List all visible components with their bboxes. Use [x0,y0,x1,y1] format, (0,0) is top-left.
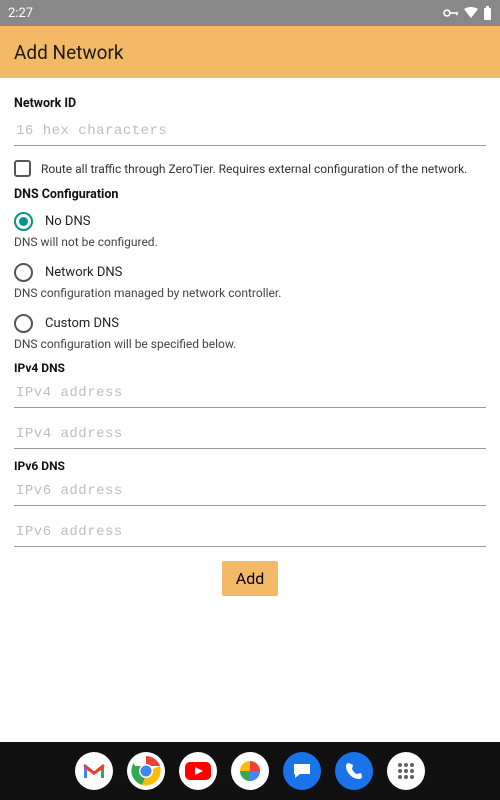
radio-network-dns-desc: DNS configuration managed by network con… [14,286,486,300]
radio-selected-icon [14,212,33,231]
route-all-checkbox[interactable]: Route all traffic through ZeroTier. Requ… [14,160,486,177]
route-all-label: Route all traffic through ZeroTier. Requ… [41,162,467,176]
nav-bar [0,742,500,800]
radio-unselected-icon [14,314,33,333]
status-bar: 2:27 [0,0,500,26]
radio-no-dns-desc: DNS will not be configured. [14,235,486,249]
status-icons [443,6,492,20]
ipv4-dns-input-1[interactable] [14,379,486,408]
ipv6-dns-input-1[interactable] [14,477,486,506]
status-time: 2:27 [8,6,33,21]
radio-custom-dns-label: Custom DNS [45,316,119,331]
radio-unselected-icon [14,263,33,282]
ipv6-dns-input-2[interactable] [14,518,486,547]
add-button[interactable]: Add [222,561,278,596]
add-button-label: Add [236,569,264,588]
vpn-key-icon [443,8,459,18]
radio-custom-dns[interactable]: Custom DNS [14,314,486,333]
app-drawer-icon[interactable] [387,752,425,790]
radio-no-dns[interactable]: No DNS [14,212,486,231]
ipv6-dns-label: IPv6 DNS [14,459,486,473]
checkbox-icon [14,160,31,177]
radio-network-dns-label: Network DNS [45,265,122,280]
dns-config-label: DNS Configuration [14,187,486,202]
battery-icon [483,6,492,20]
gmail-icon[interactable] [75,752,113,790]
photos-icon[interactable] [231,752,269,790]
network-id-input[interactable] [14,117,486,146]
phone-icon[interactable] [335,752,373,790]
network-id-label: Network ID [14,96,486,111]
youtube-icon[interactable] [179,752,217,790]
radio-custom-dns-desc: DNS configuration will be specified belo… [14,337,486,351]
wifi-icon [463,7,479,19]
radio-no-dns-label: No DNS [45,214,90,229]
page-title: Add Network [14,41,124,64]
content-area: Network ID Route all traffic through Zer… [0,78,500,742]
chrome-icon[interactable] [127,752,165,790]
messages-icon[interactable] [283,752,321,790]
ipv4-dns-label: IPv4 DNS [14,361,486,375]
ipv4-dns-input-2[interactable] [14,420,486,449]
radio-network-dns[interactable]: Network DNS [14,263,486,282]
app-bar: Add Network [0,26,500,78]
